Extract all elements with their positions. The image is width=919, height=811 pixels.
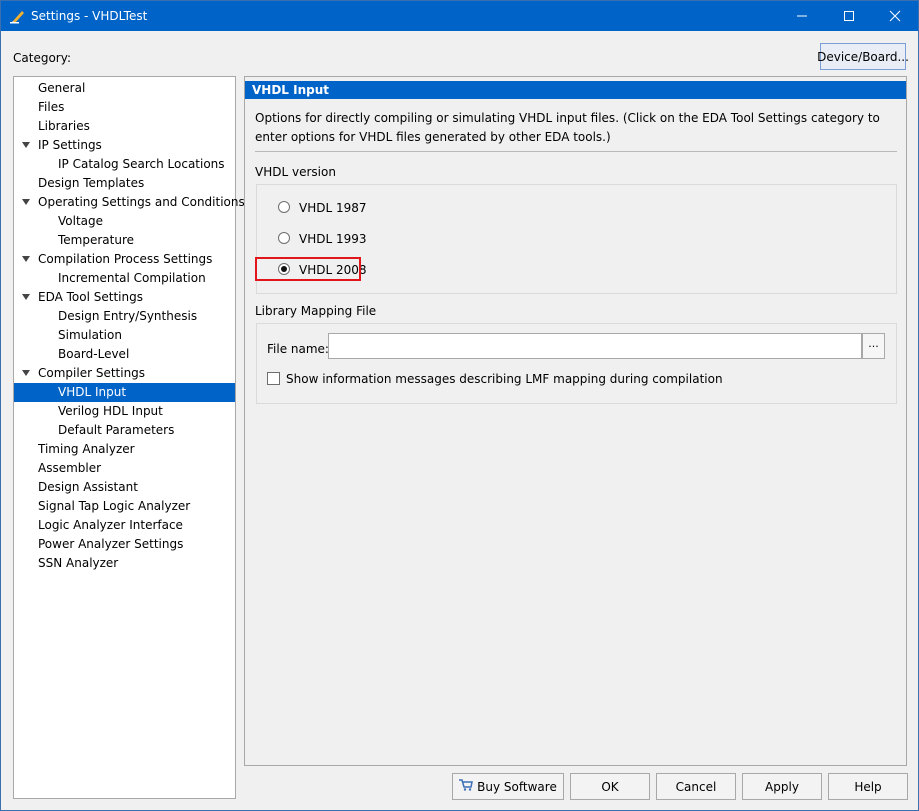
tree-item[interactable]: Logic Analyzer Interface [14, 516, 235, 535]
tree-item[interactable]: EDA Tool Settings [14, 288, 235, 307]
expand-arrow-icon[interactable] [22, 199, 30, 205]
tree-item[interactable]: Compiler Settings [14, 364, 235, 383]
expand-arrow-icon[interactable] [22, 142, 30, 148]
apply-button[interactable]: Apply [742, 773, 822, 800]
tree-item[interactable]: IP Settings [14, 136, 235, 155]
tree-item-label: Incremental Compilation [58, 271, 206, 285]
show-info-checkbox[interactable] [267, 372, 280, 385]
expand-arrow-icon[interactable] [22, 370, 30, 376]
category-tree[interactable]: General Files Libraries IP Settings IP Catal… [13, 76, 245, 799]
highlight-annotation [255, 257, 361, 281]
tree-item[interactable]: Design Templates [14, 174, 235, 193]
ok-button[interactable]: OK [570, 773, 650, 800]
tree-item[interactable]: Incremental Compilation [14, 269, 235, 288]
tree-item[interactable]: Power Analyzer Settings [14, 535, 235, 554]
tree-item-label: Voltage [58, 214, 104, 228]
tree-item-label: Compilation Process Settings [38, 252, 213, 266]
maximize-button[interactable] [826, 1, 872, 31]
tree-item[interactable]: Voltage [14, 212, 235, 231]
tree-item-label: Assembler [38, 461, 102, 475]
buy-software-label: Buy Software [477, 779, 557, 794]
tree-item[interactable]: Libraries [14, 117, 235, 136]
file-name-label: File name: [267, 342, 329, 356]
tree-item-label: Power Analyzer Settings [38, 537, 184, 551]
radio-button[interactable] [278, 201, 290, 213]
tree-item[interactable]: Board-Level [14, 345, 235, 364]
tree-item-label: Compiler Settings [38, 366, 146, 380]
tree-item-label: IP Settings [38, 138, 102, 152]
tree-item[interactable]: Signal Tap Logic Analyzer [14, 497, 235, 516]
cancel-button[interactable]: Cancel [656, 773, 736, 800]
tree-item-label: Design Assistant [38, 480, 138, 494]
buy-software-button[interactable]: Buy Software [452, 773, 564, 800]
expand-arrow-icon[interactable] [22, 294, 30, 300]
device-board-button[interactable]: Device/Board... [817, 43, 909, 70]
tree-item-label: Design Entry/Synthesis [58, 309, 198, 323]
tree-item[interactable]: Timing Analyzer [14, 440, 235, 459]
tree-item[interactable]: Operating Settings and Conditions [14, 193, 245, 212]
close-icon [889, 10, 901, 22]
tree-item-label: Timing Analyzer [38, 442, 135, 456]
tree-item-label: Verilog HDL Input [58, 404, 163, 418]
tree-item-label: EDA Tool Settings [38, 290, 143, 304]
tree-item[interactable]: Simulation [14, 326, 235, 345]
radio-label: VHDL 1987 [299, 201, 367, 215]
tree-item-label: Temperature [58, 233, 135, 247]
tree-item[interactable]: IP Catalog Search Locations [14, 155, 235, 174]
tree-item[interactable]: VHDL Input [14, 383, 235, 402]
library-mapping-label: Library Mapping File [255, 304, 377, 318]
tree-item[interactable]: General [14, 79, 235, 98]
tree-item[interactable]: Design Assistant [14, 478, 235, 497]
window-title: Settings - VHDLTest [31, 9, 148, 23]
file-name-input[interactable] [328, 333, 862, 359]
tree-item-label: Default Parameters [58, 423, 175, 437]
browse-button[interactable]: ... [862, 333, 885, 359]
close-button[interactable] [872, 1, 918, 31]
maximize-icon [844, 11, 854, 21]
category-label: Category: [13, 51, 71, 65]
help-button[interactable]: Help [828, 773, 908, 800]
tree-item-label: VHDL Input [58, 385, 127, 399]
tree-item-label: Files [38, 100, 65, 114]
tree-item-label: Signal Tap Logic Analyzer [38, 499, 191, 513]
radio-button[interactable] [278, 232, 290, 244]
panel-description: Options for directly compiling or simula… [255, 111, 880, 144]
tree-item-label: Libraries [38, 119, 90, 133]
title-bar[interactable]: Settings - VHDLTest [1, 1, 918, 31]
tree-item[interactable]: Design Entry/Synthesis [14, 307, 235, 326]
tree-item[interactable]: Compilation Process Settings [14, 250, 235, 269]
panel-header: VHDL Input [245, 81, 906, 99]
vhdl-version-label: VHDL version [255, 165, 336, 179]
vhdl-input-panel: VHDL Input Options for directly compilin… [244, 76, 907, 766]
tree-item-label: General [38, 81, 86, 95]
show-info-label: Show information messages describing LMF… [286, 372, 723, 386]
tree-item-label: Design Templates [38, 176, 145, 190]
tree-item[interactable]: Files [14, 98, 235, 117]
tree-item[interactable]: Verilog HDL Input [14, 402, 235, 421]
tree-item-label: Simulation [58, 328, 122, 342]
tree-item-label: Operating Settings and Conditions [38, 195, 245, 209]
tree-item[interactable]: Assembler [14, 459, 235, 478]
cart-icon [459, 779, 474, 794]
separator [255, 151, 897, 152]
minimize-button[interactable] [779, 1, 825, 31]
minimize-icon [797, 15, 807, 17]
tree-item[interactable]: Temperature [14, 231, 235, 250]
tree-item[interactable]: SSN Analyzer [14, 554, 235, 573]
radio-label: VHDL 1993 [299, 232, 367, 246]
tree-item-label: Board-Level [58, 347, 130, 361]
expand-arrow-icon[interactable] [22, 256, 30, 262]
tree-item-label: Logic Analyzer Interface [38, 518, 183, 532]
tree-item-label: IP Catalog Search Locations [58, 157, 225, 171]
tree-item-label: SSN Analyzer [38, 556, 119, 570]
tree-item[interactable]: Default Parameters [14, 421, 235, 440]
app-icon [10, 11, 24, 24]
settings-window: Settings - VHDLTest Category: Device/Boa… [0, 0, 919, 811]
